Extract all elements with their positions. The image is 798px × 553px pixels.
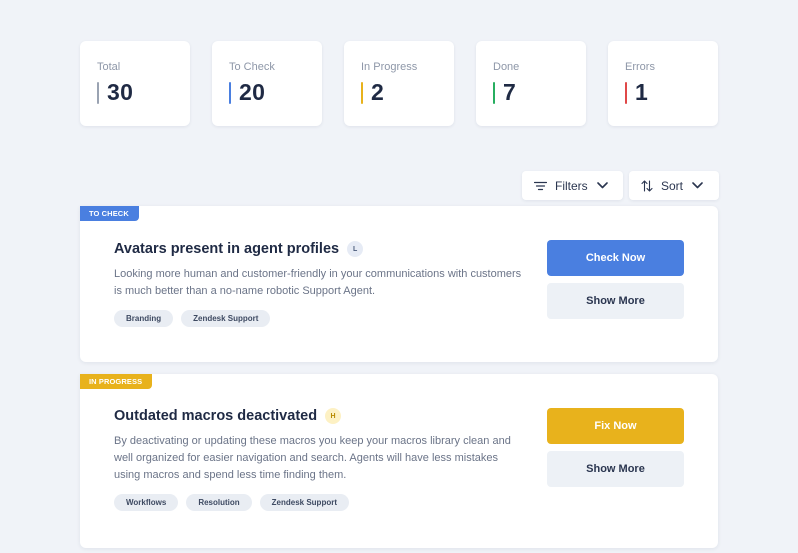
card-actions: Fix Now Show More	[547, 408, 684, 487]
stat-label: Done	[493, 61, 520, 73]
filters-button[interactable]: Filters	[522, 171, 623, 200]
check-now-button[interactable]: Check Now	[547, 240, 684, 276]
filter-lines-icon	[534, 181, 547, 191]
stat-color-bar	[493, 81, 495, 104]
list-toolbar: Filters Sort	[522, 171, 719, 200]
tag[interactable]: Branding	[114, 310, 174, 327]
stat-value: 30	[107, 79, 134, 105]
stat-color-bar	[229, 81, 231, 104]
sort-label: Sort	[661, 178, 684, 193]
tag[interactable]: Workflows	[114, 494, 179, 511]
card-title: Outdated macros deactivated	[114, 408, 318, 424]
stat-card-in-progress[interactable]: In Progress 2	[344, 41, 454, 126]
level-badge: H	[325, 408, 342, 424]
tag[interactable]: Zendesk Support	[181, 310, 271, 327]
status-tag: IN PROGRESS	[80, 374, 153, 389]
stat-card-to-check[interactable]: To Check 20	[212, 41, 322, 126]
tag-list: Branding Zendesk Support	[114, 310, 524, 327]
show-more-button[interactable]: Show More	[547, 451, 684, 487]
fix-now-button[interactable]: Fix Now	[547, 408, 684, 444]
issue-card: IN PROGRESS Outdated macros deactivated …	[80, 374, 718, 548]
tag-list: Workflows Resolution Zendesk Support	[114, 494, 524, 511]
card-description: Looking more human and customer-friendly…	[114, 268, 522, 297]
stat-color-bar	[97, 81, 99, 104]
sort-arrows-icon	[641, 179, 653, 192]
stat-color-bar	[625, 81, 627, 104]
chevron-down-icon	[596, 182, 608, 189]
card-description: By deactivating or updating these macros…	[114, 435, 511, 481]
stat-card-done[interactable]: Done 7	[476, 41, 586, 126]
stat-card-total[interactable]: Total 30	[80, 41, 190, 126]
show-more-button[interactable]: Show More	[547, 283, 684, 319]
tag[interactable]: Zendesk Support	[259, 494, 349, 511]
status-tag: TO CHECK	[80, 206, 139, 221]
stat-card-errors[interactable]: Errors 1	[608, 41, 718, 126]
stat-label: In Progress	[361, 61, 418, 73]
stat-label: Errors	[625, 61, 655, 73]
stat-value: 1	[635, 79, 649, 105]
stat-value: 2	[371, 79, 385, 105]
filters-label: Filters	[555, 178, 588, 193]
stat-label: Total	[97, 61, 121, 73]
tag[interactable]: Resolution	[186, 494, 252, 511]
card-actions: Check Now Show More	[547, 240, 684, 319]
stat-color-bar	[361, 81, 363, 104]
sort-button[interactable]: Sort	[629, 171, 719, 200]
card-title: Avatars present in agent profiles	[114, 241, 340, 257]
stats-row: Total 30 To Check 20 In Progress 2 Done …	[80, 41, 718, 126]
issue-card: TO CHECK Avatars present in agent profil…	[80, 206, 718, 362]
stat-value: 20	[239, 79, 266, 105]
stat-value: 7	[503, 79, 517, 105]
level-badge: L	[347, 241, 364, 257]
stat-label: To Check	[229, 61, 275, 73]
chevron-down-icon	[692, 182, 703, 189]
